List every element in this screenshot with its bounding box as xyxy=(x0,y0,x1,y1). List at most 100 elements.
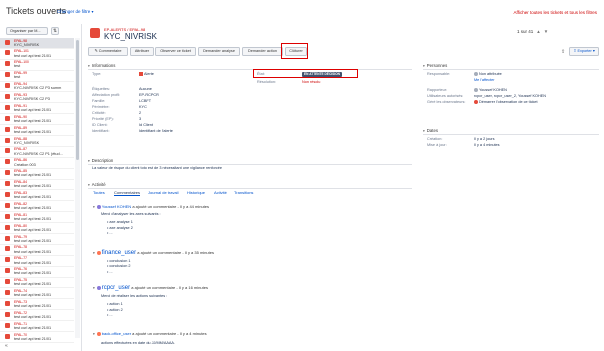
list-item: ... xyxy=(107,231,393,236)
request-action-button[interactable]: Demander action xyxy=(242,47,283,56)
alert-type-icon xyxy=(5,39,10,45)
assign-to-me-link[interactable]: Me l'affecter xyxy=(474,78,495,82)
issue-list-item[interactable]: EPAL-80 test curl api test 21/01 xyxy=(0,223,74,235)
type-value: Alerte xyxy=(139,72,154,76)
change-filter-link[interactable]: Changer de filtre ▾ xyxy=(57,9,94,14)
issue-list-item[interactable]: EPAL-70 test curl api test 21/01 xyxy=(0,332,74,343)
issue-list-item[interactable]: EPAL-86 Création 003 xyxy=(0,158,74,169)
issue-pager: 1 sur 41 ▲ ▼ xyxy=(517,29,549,34)
alert-type-icon xyxy=(5,83,10,89)
reporter-label: Rapporteur: xyxy=(427,88,448,92)
issue-list: EPAL-98 KYC_NIVRISK EPAL-101 test curl api … xyxy=(0,38,74,343)
issue-summary: test curl api test 21/01 xyxy=(14,173,52,178)
resolution-label: Résolution: xyxy=(257,80,276,84)
tab-activity[interactable]: Activité xyxy=(214,190,227,195)
alert-type-icon xyxy=(5,137,10,143)
collapse-caret-icon[interactable]: ▾ xyxy=(93,251,95,255)
watchers-value[interactable]: Démarrer l'observation de ce ticket xyxy=(474,100,538,104)
alert-type-icon xyxy=(5,235,10,241)
issue-list-item[interactable]: EPAL-74 test curl api test 21/01 xyxy=(0,288,74,300)
avatar xyxy=(474,72,478,76)
issue-list-item[interactable]: EPAL-93 KYC-NIVRISK C2 P3 xyxy=(0,92,74,104)
export-button[interactable]: ⇧ Exporter ▾ xyxy=(569,47,599,56)
comment-author[interactable]: Youssef KOHEN xyxy=(102,204,131,209)
previous-issue-icon[interactable]: ▲ xyxy=(536,29,540,34)
labels-label: Étiquettes: xyxy=(92,87,110,91)
dates-section-header[interactable]: ▾ Dates xyxy=(423,128,438,133)
tab-transitions[interactable]: Transitions xyxy=(234,190,253,195)
family-value: LCBFT xyxy=(139,99,152,103)
issue-list-item[interactable]: EPAL-90 test curl api test 21/01 xyxy=(0,114,74,126)
collapse-sidebar-icon[interactable]: « xyxy=(5,343,8,349)
tab-history[interactable]: Historique xyxy=(187,190,205,195)
observe-button[interactable]: Observer ce ticket xyxy=(155,47,196,56)
share-icon[interactable]: ⇪ xyxy=(561,49,565,55)
issue-list-item[interactable]: EPAL-99 test xyxy=(0,71,74,82)
perimeter-label: Périmètre: xyxy=(92,105,110,109)
people-section-header[interactable]: ▾ Personnes xyxy=(423,63,447,68)
issue-list-item[interactable]: EPAL-83 test curl api test 21/01 xyxy=(0,190,74,202)
next-issue-icon[interactable]: ▼ xyxy=(544,29,548,34)
identifier-label: Identifiant: xyxy=(92,129,110,133)
issue-list-item[interactable]: EPAL-73 test curl api test 21/01 xyxy=(0,299,74,311)
identifier-value: Identifiant de l'alerte xyxy=(139,129,173,133)
collapse-caret-icon[interactable]: ▾ xyxy=(93,332,95,336)
issue-list-item[interactable]: EPAL-82 test curl api test 21/01 xyxy=(0,201,74,213)
issue-list-item[interactable]: EPAL-72 test curl api test 21/01 xyxy=(0,310,74,322)
issue-list-item[interactable]: EPAL-78 test curl api test 21/01 xyxy=(0,245,74,256)
comment-author[interactable]: finance_user xyxy=(102,250,136,256)
profile-label: Affectation profil: xyxy=(92,93,121,97)
tab-all[interactable]: Toutes xyxy=(93,190,105,195)
chevron-down-icon: ▾ xyxy=(91,9,94,14)
issue-list-item[interactable]: EPAL-100 test xyxy=(0,60,74,71)
comment: ▾ finance_user a ajouté un commentaire - … xyxy=(93,250,393,275)
collapse-caret-icon[interactable]: ▾ xyxy=(93,286,95,290)
issue-list-item[interactable]: EPAL-89 test curl api test 21/01 xyxy=(0,125,74,137)
issue-list-item[interactable]: EPAL-91 test curl api test 21/01 xyxy=(0,103,74,115)
sidebar-scrollbar[interactable] xyxy=(75,38,80,338)
scrollbar-thumb[interactable] xyxy=(76,40,79,160)
issue-list-item[interactable]: EPAL-101 test curl api test 21/01 xyxy=(0,49,74,60)
issue-summary: KYC_NIVRISK xyxy=(14,140,40,145)
issue-list-item[interactable]: EPAL-71 test curl api test 21/01 xyxy=(0,321,74,333)
issue-list-item[interactable]: EPAL-79 test curl api test 21/01 xyxy=(0,234,74,245)
assign-button[interactable]: Attribuer xyxy=(130,47,154,56)
labels-value: Aucune xyxy=(139,87,152,91)
tab-worklog[interactable]: Journal de travail xyxy=(148,190,178,195)
issue-list-item[interactable]: EPAL-75 test curl api test 21/01 xyxy=(0,278,74,289)
alert-type-icon xyxy=(5,191,10,197)
list-item: ... xyxy=(107,313,393,318)
alert-type-icon xyxy=(5,181,10,187)
issue-summary: test curl api test 21/01 xyxy=(14,53,52,58)
comment-author[interactable]: rcpcr_user xyxy=(102,285,130,291)
avatar xyxy=(474,88,478,92)
tab-comments[interactable]: Commentaires xyxy=(114,190,141,196)
comment-author[interactable]: back-office_user xyxy=(102,331,131,336)
issue-list-item[interactable]: EPAL-88 KYC_NIVRISK xyxy=(0,136,74,147)
status-highlight xyxy=(253,69,358,78)
issue-list-item[interactable]: EPAL-81 test curl api test 21/01 xyxy=(0,212,74,224)
issue-summary: test curl api test 21/01 xyxy=(14,293,52,298)
comment: ▾ back-office_user a ajouté un commentair… xyxy=(93,331,207,345)
sort-order-icon[interactable]: ⇅ xyxy=(51,27,59,35)
comment: ▾ rcpcr_user a ajouté un commentaire - Il… xyxy=(93,285,393,319)
issue-list-item[interactable]: EPAL-77 test curl api test 21/01 xyxy=(0,256,74,267)
issue-list-item[interactable]: EPAL-84 test curl api test 21/01 xyxy=(0,180,74,191)
issue-list-item[interactable]: EPAL-85 test curl api test 21/01 xyxy=(0,169,74,180)
show-all-link[interactable]: Afficher toutes les tickets et tous les … xyxy=(514,10,597,15)
description-section-header[interactable]: ▾ Description xyxy=(88,158,113,163)
issue-summary: test curl api test 21/01 xyxy=(14,304,52,309)
details-section-header[interactable]: ▾ Informations xyxy=(88,63,115,68)
issue-list-item[interactable]: EPAL-94 KYC-NIVRISK C2 P3 summ xyxy=(0,82,74,93)
collapse-caret-icon: ▾ xyxy=(423,64,425,68)
request-analysis-button[interactable]: Demander analyse xyxy=(198,47,240,56)
sort-dropdown[interactable]: Organiser par M... xyxy=(6,27,48,35)
issue-title: KYC_NIVRISK xyxy=(104,32,157,41)
issue-list-item[interactable]: EPAL-98 KYC_NIVRISK xyxy=(0,38,74,49)
comment-button[interactable]: ✎ Commentaire xyxy=(88,47,128,56)
collapse-caret-icon[interactable]: ▾ xyxy=(93,205,95,209)
responsible-label: Responsable: xyxy=(427,72,451,76)
issue-list-item[interactable]: EPAL-87 KYC-NIVRISK C2 P1 (étud... xyxy=(0,147,74,158)
issue-list-item[interactable]: EPAL-76 test curl api test 21/01 xyxy=(0,267,74,278)
activity-section-header[interactable]: ▾ Activité xyxy=(88,182,106,187)
